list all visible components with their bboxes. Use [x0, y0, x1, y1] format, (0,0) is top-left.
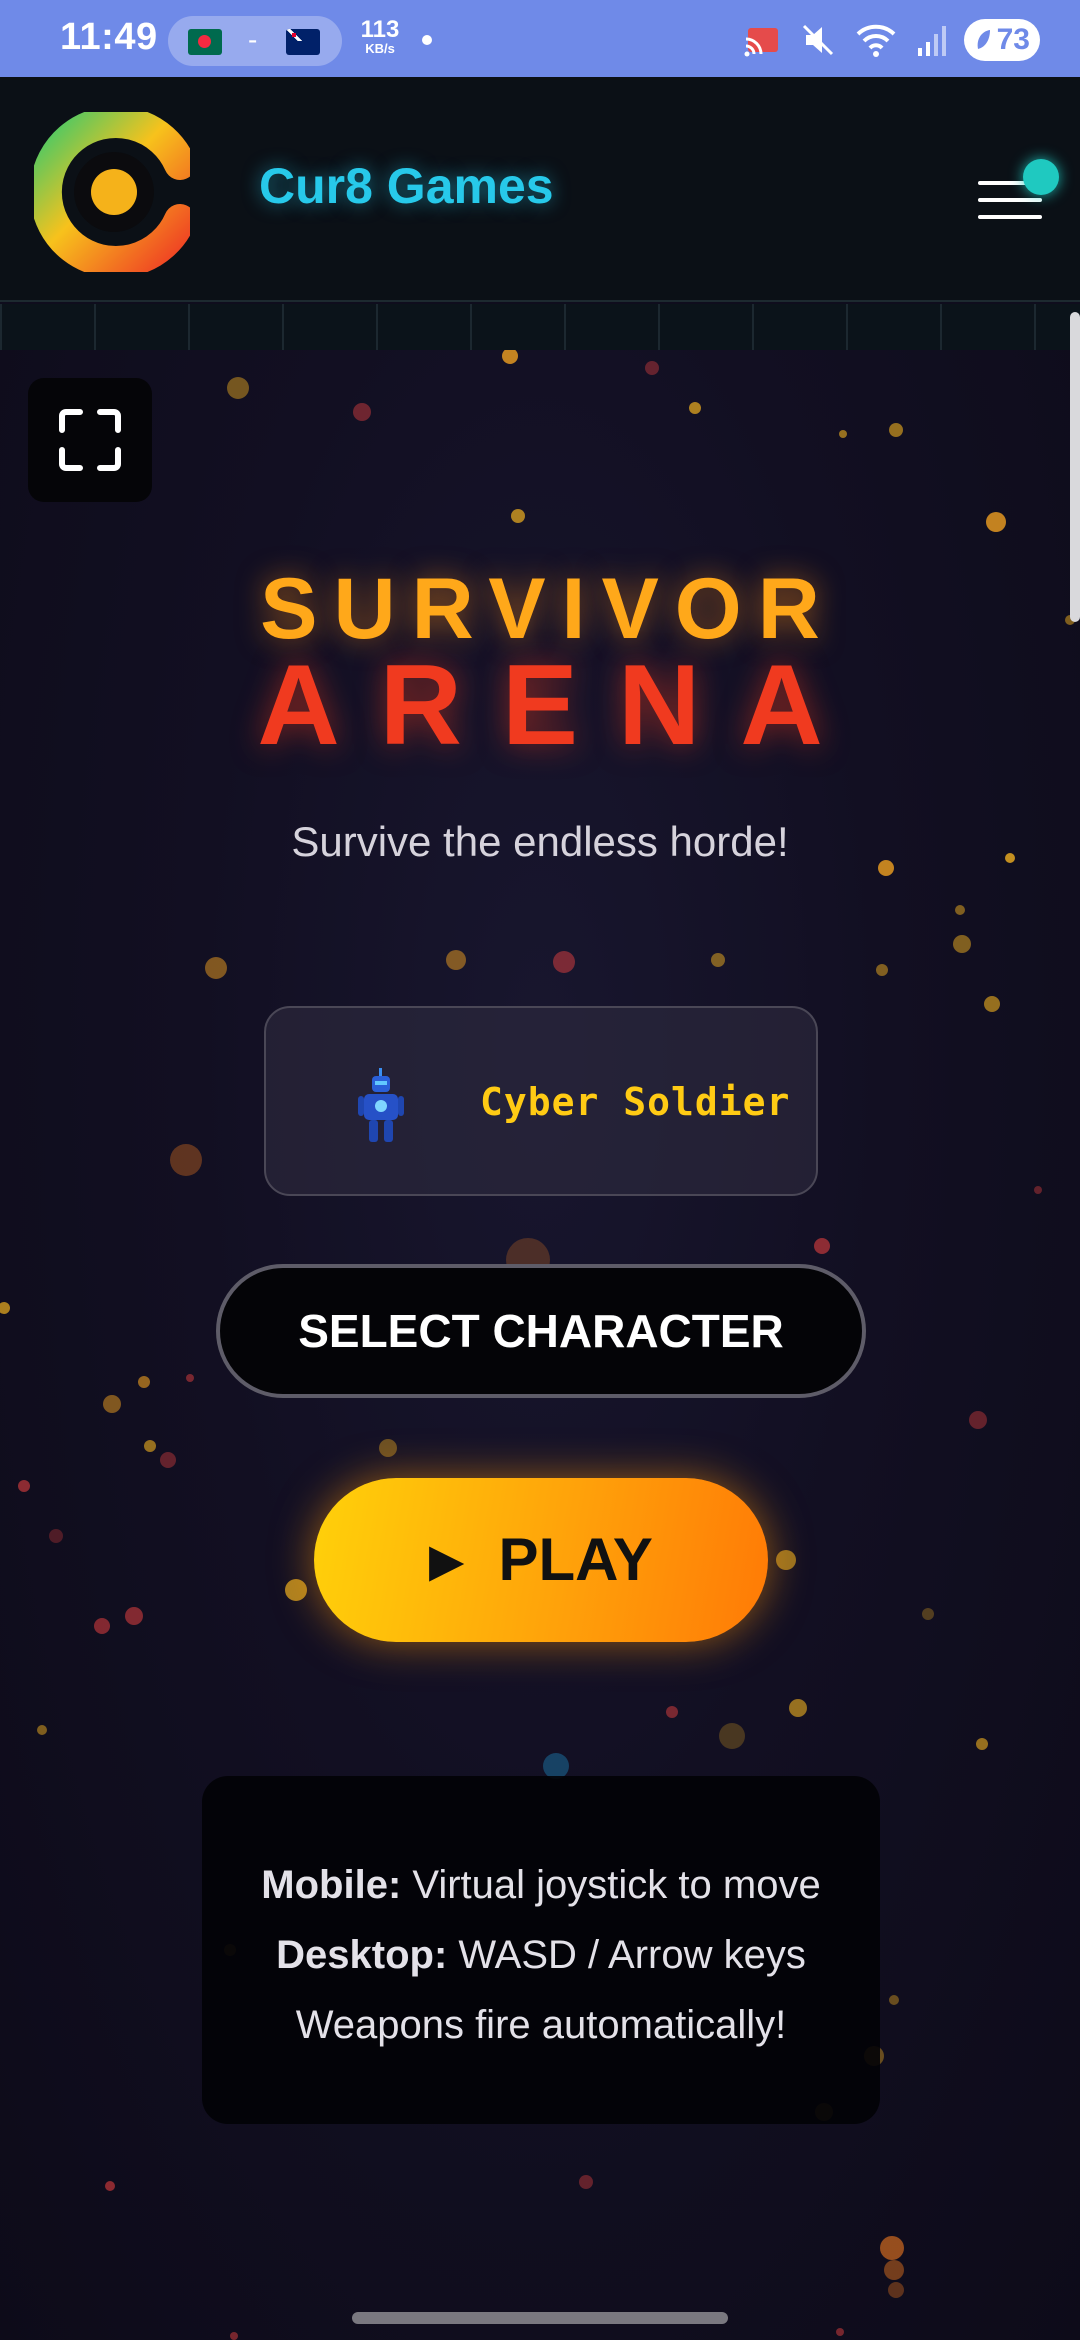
wifi-icon	[856, 24, 896, 57]
menu-button[interactable]	[975, 157, 1065, 227]
cur8-logo-icon[interactable]	[34, 112, 190, 272]
network-speed-value: 113	[360, 16, 400, 43]
page-scrollbar[interactable]	[1070, 312, 1080, 622]
menu-line	[978, 215, 1042, 219]
instruction-text: WASD / Arrow keys	[447, 1933, 806, 1977]
cyber-soldier-sprite-icon	[358, 1068, 404, 1142]
instruction-label: Desktop:	[276, 1933, 448, 1977]
bangladesh-flag-icon	[188, 29, 222, 55]
battery-level: 73	[996, 23, 1030, 56]
play-label: PLAY	[498, 1526, 653, 1593]
pill-separator: -	[248, 24, 258, 55]
status-time: 11:49	[60, 16, 158, 58]
brand-name[interactable]: Cur8 Games	[259, 157, 554, 215]
instruction-text: Weapons fire automatically!	[295, 2003, 787, 2047]
game-subtitle: Survive the endless horde!	[291, 818, 789, 865]
network-speed-unit: KB/s	[365, 41, 395, 56]
instruction-label: Mobile:	[261, 1863, 402, 1907]
cast-icon	[744, 28, 778, 57]
notification-dot-icon	[422, 35, 432, 45]
play-icon: ▶	[429, 1534, 465, 1586]
site-header: Cur8 Games	[0, 77, 1080, 302]
signal-icon	[918, 26, 946, 56]
play-button[interactable]: ▶ PLAY	[314, 1478, 768, 1642]
system-icons: 73	[742, 18, 1040, 62]
network-speed: 113 KB/s	[358, 18, 402, 56]
status-notification-pill: -	[168, 16, 342, 66]
fullscreen-button[interactable]	[28, 378, 152, 502]
mute-icon	[802, 24, 834, 56]
battery-icon: 73	[964, 19, 1040, 61]
instruction-weapons: Weapons fire automatically!	[202, 1990, 880, 2060]
instruction-mobile: Mobile: Virtual joystick to move	[202, 1850, 880, 1920]
status-bar: 11:49 - 113 KB/s 73	[0, 0, 1080, 77]
header-grid-strip	[0, 304, 1080, 350]
menu-notification-dot	[1023, 159, 1059, 195]
selected-character-card[interactable]: Cyber Soldier	[264, 1006, 818, 1196]
game-canvas[interactable]: SURVIVOR ARENA Survive the endless horde…	[0, 350, 1080, 2340]
game-title-line-2: ARENA	[257, 642, 863, 769]
menu-line	[978, 198, 1042, 202]
fullscreen-icon	[59, 409, 121, 471]
character-name: Cyber Soldier	[480, 1080, 791, 1124]
instruction-desktop: Desktop: WASD / Arrow keys	[202, 1920, 880, 1990]
home-indicator[interactable]	[352, 2312, 728, 2324]
australia-flag-icon	[286, 29, 320, 55]
select-character-button[interactable]: SELECT CHARACTER	[216, 1264, 866, 1398]
controls-instructions: Mobile: Virtual joystick to move Desktop…	[202, 1776, 880, 2124]
instruction-text: Virtual joystick to move	[401, 1863, 821, 1907]
